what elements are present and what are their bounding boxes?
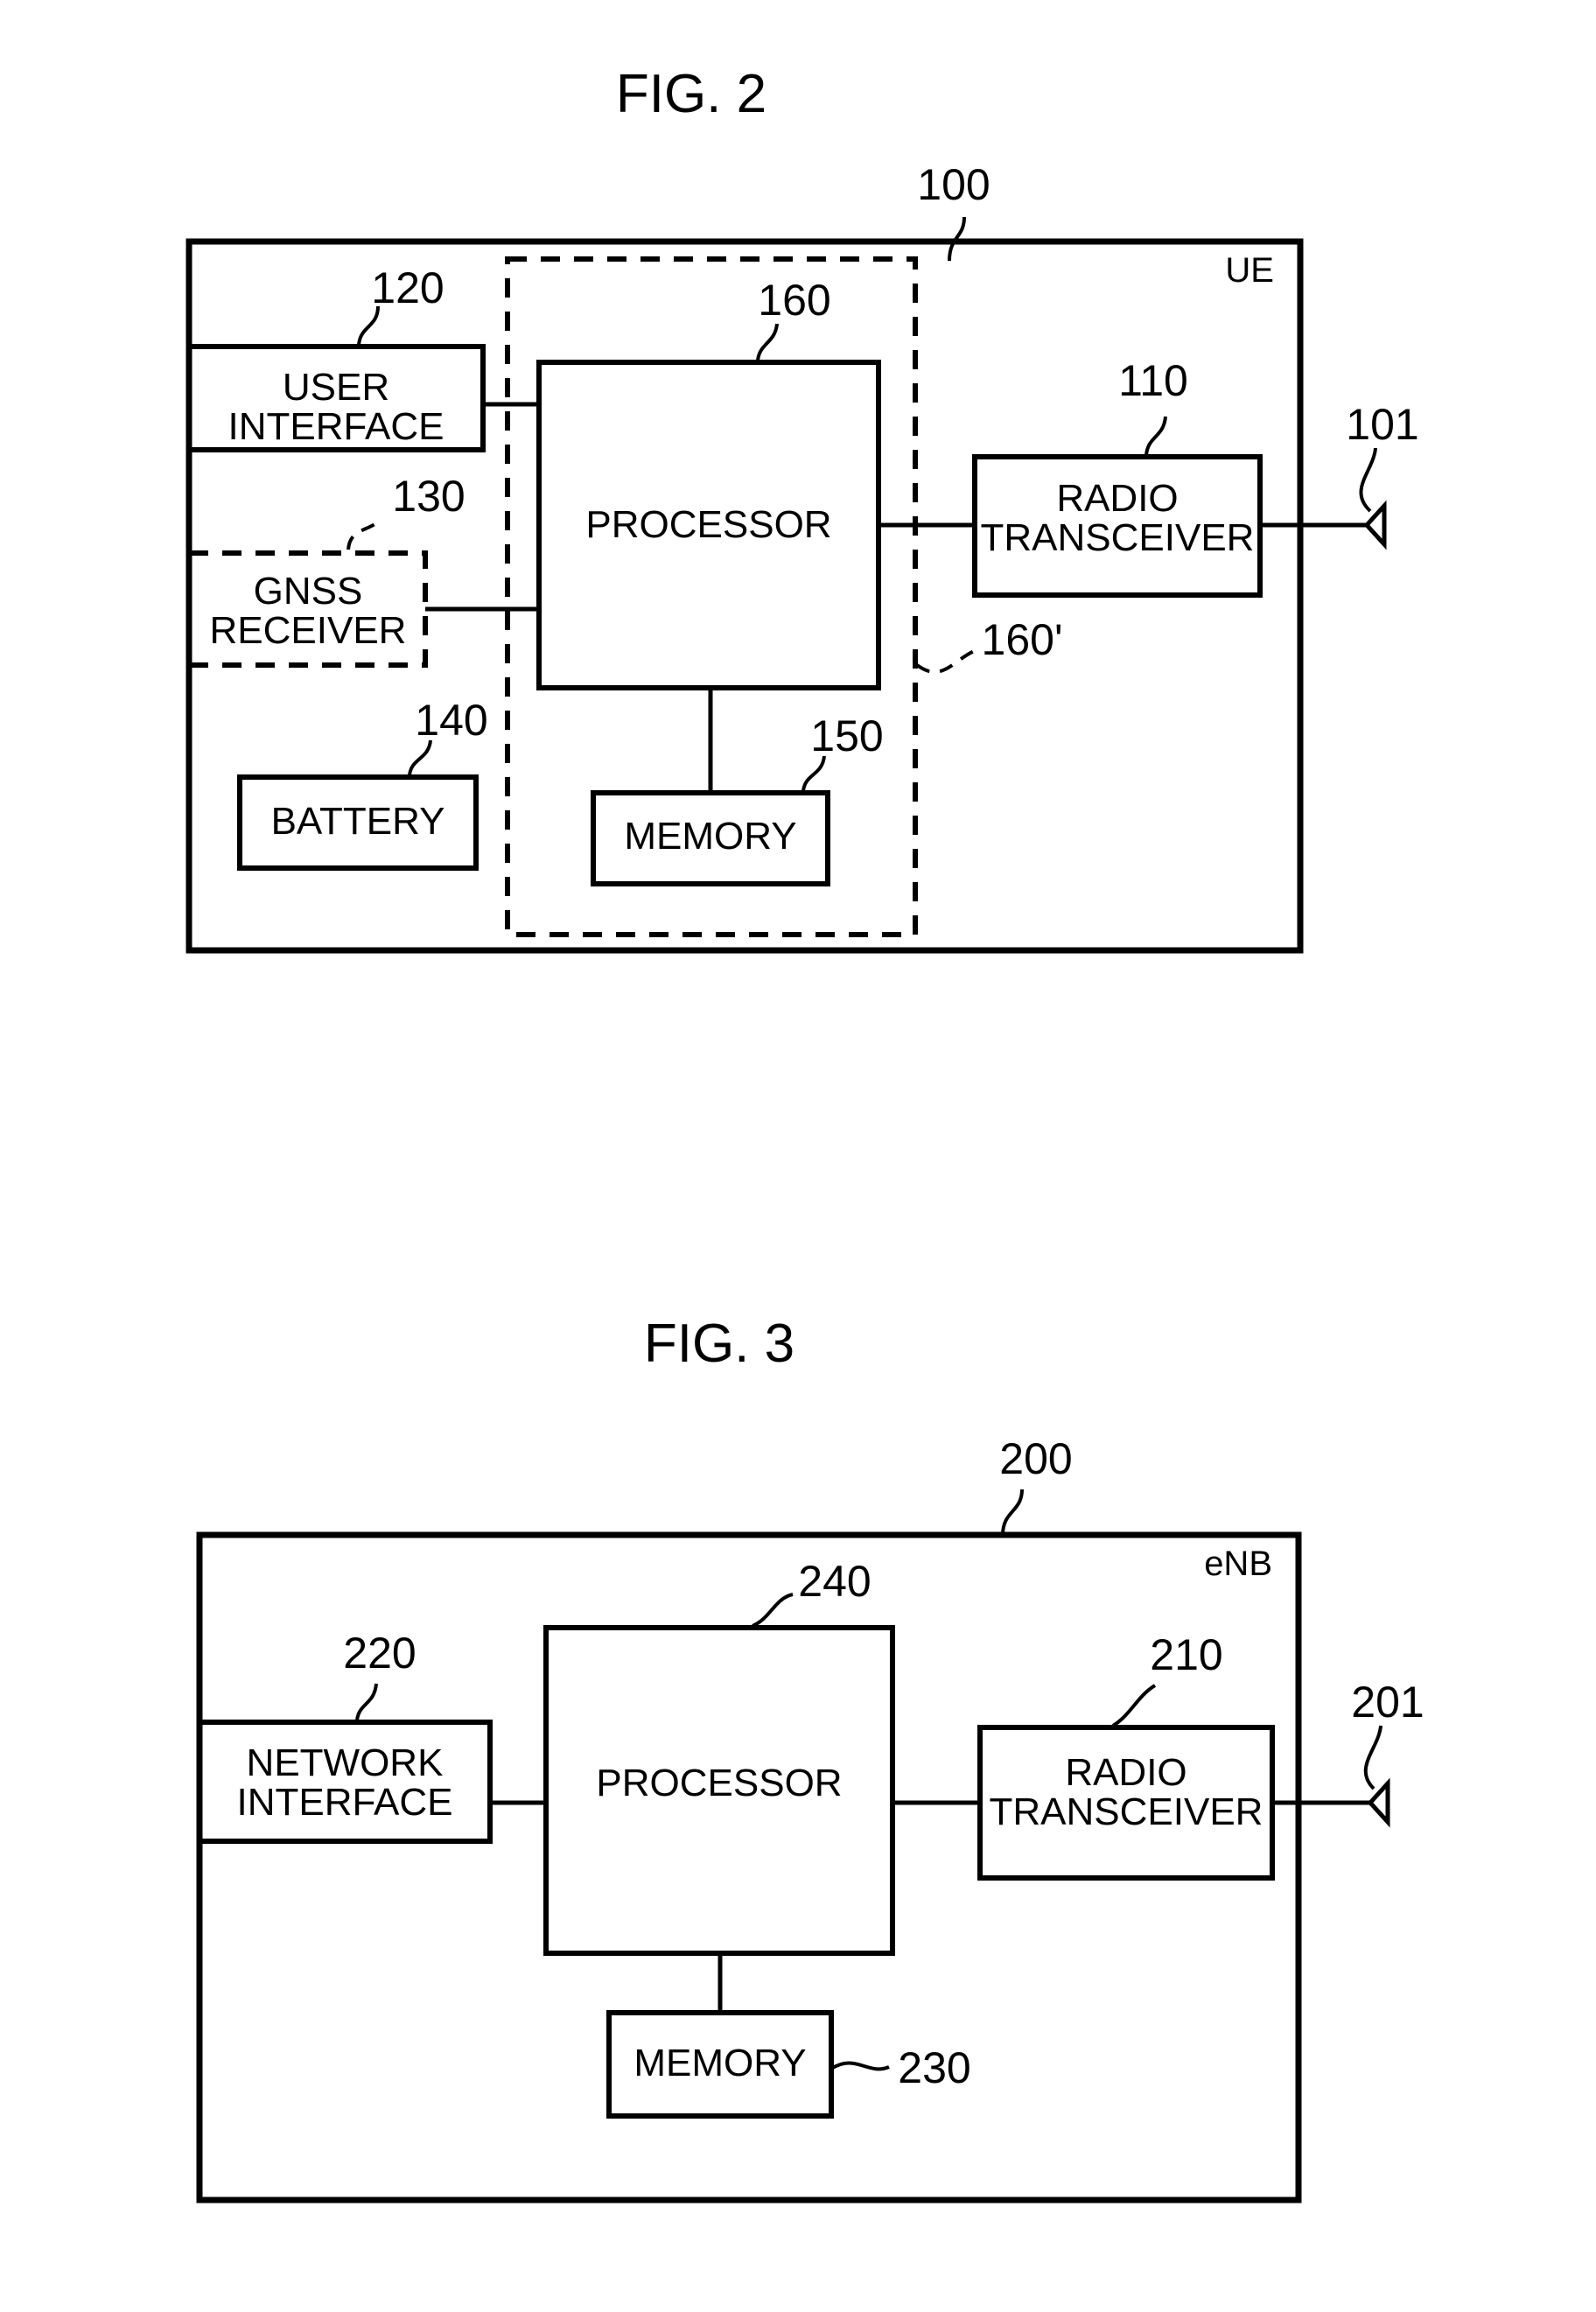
ref-leader-220: [355, 1683, 378, 1721]
ref-number-101: 101: [1346, 400, 1418, 449]
processor-label-fig2: PROCESSOR: [585, 503, 831, 546]
ref-leader-210: [1111, 1684, 1157, 1727]
ref-number-240: 240: [798, 1557, 871, 1606]
ref-leader-240: [752, 1593, 794, 1628]
patent-drawing-sheet: FIG. 2 100 UE 160' USER INTERFACE 120 GN…: [0, 0, 1596, 2312]
radio-transceiver-label-line2-fig2: TRANSCEIVER: [981, 516, 1255, 559]
ref-leader-160prime: [915, 648, 979, 674]
ref-number-160: 160: [758, 276, 830, 325]
gnss-receiver-label-line2: RECEIVER: [210, 609, 407, 652]
ref-number-200: 200: [999, 1434, 1072, 1483]
enb-corner-label: eNB: [1204, 1545, 1272, 1583]
figure-3: FIG. 3 200 eNB NETWORK INTERFACE 220 PRO…: [196, 1314, 1424, 2203]
ref-number-120: 120: [371, 263, 444, 312]
memory-label-fig3: MEMORY: [634, 2042, 806, 2084]
battery-label: BATTERY: [271, 800, 445, 843]
user-interface-label-line2: INTERFACE: [228, 405, 444, 448]
ref-number-201: 201: [1351, 1678, 1424, 1727]
gnss-receiver-label-line1: GNSS: [254, 570, 363, 613]
ref-number-100: 100: [917, 160, 990, 209]
radio-transceiver-label-line2-fig3: TRANSCEIVER: [990, 1790, 1264, 1833]
memory-label-fig2: MEMORY: [624, 815, 796, 858]
radio-transceiver-label-line1-fig2: RADIO: [1056, 477, 1178, 520]
user-interface-label-line1: USER: [283, 366, 389, 409]
ref-leader-200: [1001, 1489, 1024, 1536]
ref-leader-130: [346, 516, 383, 550]
ref-leader-160: [756, 323, 779, 361]
processor-label-fig3: PROCESSOR: [596, 1762, 842, 1804]
ref-number-220: 220: [343, 1629, 416, 1678]
figure-2: FIG. 2 100 UE 160' USER INTERFACE 120 GN…: [186, 64, 1419, 954]
drawing-canvas: FIG. 2 100 UE 160' USER INTERFACE 120 GN…: [186, 64, 1424, 2203]
ref-number-160-prime: 160': [982, 615, 1063, 664]
ue-corner-label: UE: [1225, 251, 1274, 290]
ref-leader-150: [802, 755, 826, 792]
network-interface-label-line2: INTERFACE: [237, 1781, 453, 1824]
ref-leader-230: [830, 2061, 890, 2071]
ref-number-230: 230: [898, 2043, 970, 2092]
ref-leader-201: [1363, 1725, 1382, 1790]
ref-leader-101: [1359, 447, 1377, 513]
figure-3-title: FIG. 3: [644, 1314, 794, 1374]
network-interface-label-line1: NETWORK: [247, 1741, 444, 1784]
figure-2-title: FIG. 2: [616, 64, 766, 124]
ref-number-140: 140: [415, 696, 487, 745]
radio-transceiver-label-line1-fig3: RADIO: [1065, 1751, 1186, 1794]
ref-number-130: 130: [392, 472, 465, 521]
ref-leader-140: [408, 739, 432, 776]
ref-number-150: 150: [810, 711, 883, 760]
ref-number-210: 210: [1150, 1630, 1222, 1679]
ref-leader-110: [1144, 416, 1167, 456]
ref-number-110: 110: [1118, 356, 1188, 405]
